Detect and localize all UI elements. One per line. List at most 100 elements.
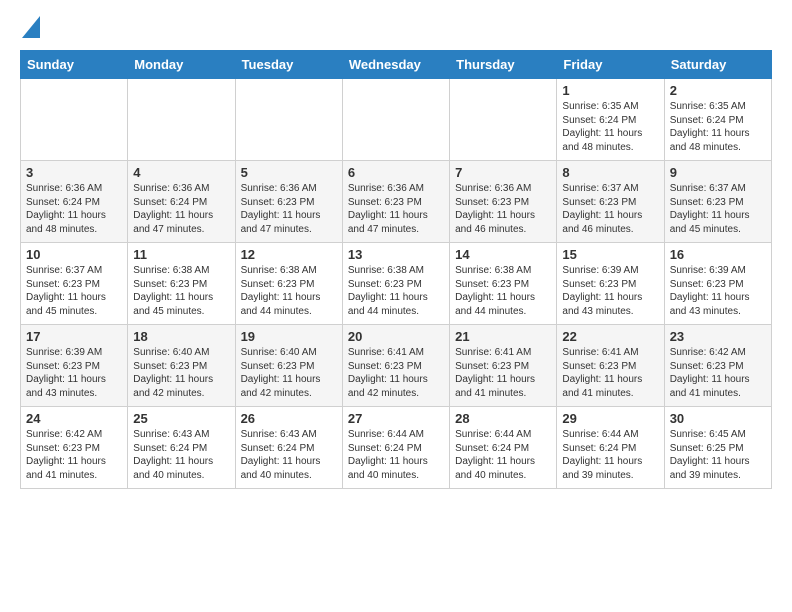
day-number: 9: [670, 165, 766, 180]
day-number: 20: [348, 329, 444, 344]
calendar-cell: 27 Sunrise: 6:44 AM Sunset: 6:24 PM Dayli…: [342, 407, 449, 489]
page-header: [20, 20, 772, 34]
calendar-cell: [450, 79, 557, 161]
day-info: Sunrise: 6:39 AM Sunset: 6:23 PM Dayligh…: [26, 346, 122, 400]
day-info: Sunrise: 6:43 AM Sunset: 6:24 PM Dayligh…: [133, 428, 229, 482]
day-info: Sunrise: 6:41 AM Sunset: 6:23 PM Dayligh…: [348, 346, 444, 400]
day-info: Sunrise: 6:42 AM Sunset: 6:23 PM Dayligh…: [26, 428, 122, 482]
day-info: Sunrise: 6:44 AM Sunset: 6:24 PM Dayligh…: [455, 428, 551, 482]
calendar-cell: 29 Sunrise: 6:44 AM Sunset: 6:24 PM Dayli…: [557, 407, 664, 489]
calendar-cell: [128, 79, 235, 161]
calendar-cell: 17 Sunrise: 6:39 AM Sunset: 6:23 PM Dayli…: [21, 325, 128, 407]
day-number: 17: [26, 329, 122, 344]
day-number: 3: [26, 165, 122, 180]
day-number: 8: [562, 165, 658, 180]
day-info: Sunrise: 6:35 AM Sunset: 6:24 PM Dayligh…: [562, 100, 658, 154]
day-number: 5: [241, 165, 337, 180]
calendar-cell: 9 Sunrise: 6:37 AM Sunset: 6:23 PM Daylig…: [664, 161, 771, 243]
day-info: Sunrise: 6:42 AM Sunset: 6:23 PM Dayligh…: [670, 346, 766, 400]
day-number: 18: [133, 329, 229, 344]
calendar-cell: 1 Sunrise: 6:35 AM Sunset: 6:24 PM Daylig…: [557, 79, 664, 161]
day-info: Sunrise: 6:38 AM Sunset: 6:23 PM Dayligh…: [241, 264, 337, 318]
calendar-cell: 15 Sunrise: 6:39 AM Sunset: 6:23 PM Dayli…: [557, 243, 664, 325]
logo: [20, 20, 40, 34]
weekday-header-thursday: Thursday: [450, 51, 557, 79]
day-number: 4: [133, 165, 229, 180]
day-number: 29: [562, 411, 658, 426]
day-info: Sunrise: 6:41 AM Sunset: 6:23 PM Dayligh…: [562, 346, 658, 400]
day-info: Sunrise: 6:36 AM Sunset: 6:23 PM Dayligh…: [455, 182, 551, 236]
calendar-cell: 19 Sunrise: 6:40 AM Sunset: 6:23 PM Dayli…: [235, 325, 342, 407]
calendar-cell: 10 Sunrise: 6:37 AM Sunset: 6:23 PM Dayli…: [21, 243, 128, 325]
day-info: Sunrise: 6:38 AM Sunset: 6:23 PM Dayligh…: [348, 264, 444, 318]
calendar-cell: 3 Sunrise: 6:36 AM Sunset: 6:24 PM Daylig…: [21, 161, 128, 243]
day-number: 28: [455, 411, 551, 426]
calendar-cell: 28 Sunrise: 6:44 AM Sunset: 6:24 PM Dayli…: [450, 407, 557, 489]
calendar-cell: [342, 79, 449, 161]
day-number: 1: [562, 83, 658, 98]
day-info: Sunrise: 6:45 AM Sunset: 6:25 PM Dayligh…: [670, 428, 766, 482]
day-number: 27: [348, 411, 444, 426]
day-number: 21: [455, 329, 551, 344]
day-info: Sunrise: 6:36 AM Sunset: 6:23 PM Dayligh…: [241, 182, 337, 236]
calendar-cell: 22 Sunrise: 6:41 AM Sunset: 6:23 PM Dayli…: [557, 325, 664, 407]
calendar-cell: 4 Sunrise: 6:36 AM Sunset: 6:24 PM Daylig…: [128, 161, 235, 243]
calendar-cell: 18 Sunrise: 6:40 AM Sunset: 6:23 PM Dayli…: [128, 325, 235, 407]
weekday-header-friday: Friday: [557, 51, 664, 79]
day-info: Sunrise: 6:39 AM Sunset: 6:23 PM Dayligh…: [562, 264, 658, 318]
day-number: 11: [133, 247, 229, 262]
day-info: Sunrise: 6:44 AM Sunset: 6:24 PM Dayligh…: [348, 428, 444, 482]
day-info: Sunrise: 6:36 AM Sunset: 6:23 PM Dayligh…: [348, 182, 444, 236]
day-info: Sunrise: 6:43 AM Sunset: 6:24 PM Dayligh…: [241, 428, 337, 482]
weekday-header-wednesday: Wednesday: [342, 51, 449, 79]
day-info: Sunrise: 6:40 AM Sunset: 6:23 PM Dayligh…: [241, 346, 337, 400]
calendar-cell: 21 Sunrise: 6:41 AM Sunset: 6:23 PM Dayli…: [450, 325, 557, 407]
day-number: 7: [455, 165, 551, 180]
day-number: 6: [348, 165, 444, 180]
day-number: 12: [241, 247, 337, 262]
day-info: Sunrise: 6:38 AM Sunset: 6:23 PM Dayligh…: [455, 264, 551, 318]
calendar-cell: 11Sunrise: 6:38 AM Sunset: 6:23 PM Dayli…: [128, 243, 235, 325]
day-info: Sunrise: 6:36 AM Sunset: 6:24 PM Dayligh…: [133, 182, 229, 236]
logo-arrow-icon: [22, 16, 40, 38]
calendar-cell: 30 Sunrise: 6:45 AM Sunset: 6:25 PM Dayli…: [664, 407, 771, 489]
day-number: 2: [670, 83, 766, 98]
calendar-cell: 24 Sunrise: 6:42 AM Sunset: 6:23 PM Dayli…: [21, 407, 128, 489]
calendar-cell: 13 Sunrise: 6:38 AM Sunset: 6:23 PM Dayli…: [342, 243, 449, 325]
calendar-cell: 5 Sunrise: 6:36 AM Sunset: 6:23 PM Daylig…: [235, 161, 342, 243]
day-info: Sunrise: 6:39 AM Sunset: 6:23 PM Dayligh…: [670, 264, 766, 318]
calendar-cell: 16 Sunrise: 6:39 AM Sunset: 6:23 PM Dayli…: [664, 243, 771, 325]
day-info: Sunrise: 6:36 AM Sunset: 6:24 PM Dayligh…: [26, 182, 122, 236]
day-number: 22: [562, 329, 658, 344]
day-number: 13: [348, 247, 444, 262]
day-number: 24: [26, 411, 122, 426]
day-info: Sunrise: 6:44 AM Sunset: 6:24 PM Dayligh…: [562, 428, 658, 482]
day-number: 19: [241, 329, 337, 344]
day-number: 23: [670, 329, 766, 344]
calendar-cell: 12 Sunrise: 6:38 AM Sunset: 6:23 PM Dayli…: [235, 243, 342, 325]
calendar-cell: 23 Sunrise: 6:42 AM Sunset: 6:23 PM Dayli…: [664, 325, 771, 407]
weekday-header-saturday: Saturday: [664, 51, 771, 79]
day-info: Sunrise: 6:37 AM Sunset: 6:23 PM Dayligh…: [670, 182, 766, 236]
calendar-cell: 25 Sunrise: 6:43 AM Sunset: 6:24 PM Dayli…: [128, 407, 235, 489]
day-number: 16: [670, 247, 766, 262]
day-info: Sunrise: 6:37 AM Sunset: 6:23 PM Dayligh…: [562, 182, 658, 236]
day-info: Sunrise: 6:41 AM Sunset: 6:23 PM Dayligh…: [455, 346, 551, 400]
day-info: Sunrise: 6:40 AM Sunset: 6:23 PM Dayligh…: [133, 346, 229, 400]
day-number: 14: [455, 247, 551, 262]
calendar-cell: 26 Sunrise: 6:43 AM Sunset: 6:24 PM Dayli…: [235, 407, 342, 489]
calendar-cell: [235, 79, 342, 161]
calendar-cell: [21, 79, 128, 161]
day-info: Sunrise: 6:35 AM Sunset: 6:24 PM Dayligh…: [670, 100, 766, 154]
day-number: 26: [241, 411, 337, 426]
day-number: 15: [562, 247, 658, 262]
weekday-header-monday: Monday: [128, 51, 235, 79]
calendar-cell: 20 Sunrise: 6:41 AM Sunset: 6:23 PM Dayli…: [342, 325, 449, 407]
calendar-cell: 6 Sunrise: 6:36 AM Sunset: 6:23 PM Daylig…: [342, 161, 449, 243]
day-info: Sunrise: 6:37 AM Sunset: 6:23 PM Dayligh…: [26, 264, 122, 318]
day-number: 30: [670, 411, 766, 426]
day-number: 10: [26, 247, 122, 262]
calendar-cell: 7 Sunrise: 6:36 AM Sunset: 6:23 PM Daylig…: [450, 161, 557, 243]
day-number: 25: [133, 411, 229, 426]
calendar-table: SundayMondayTuesdayWednesdayThursdayFrid…: [20, 50, 772, 489]
